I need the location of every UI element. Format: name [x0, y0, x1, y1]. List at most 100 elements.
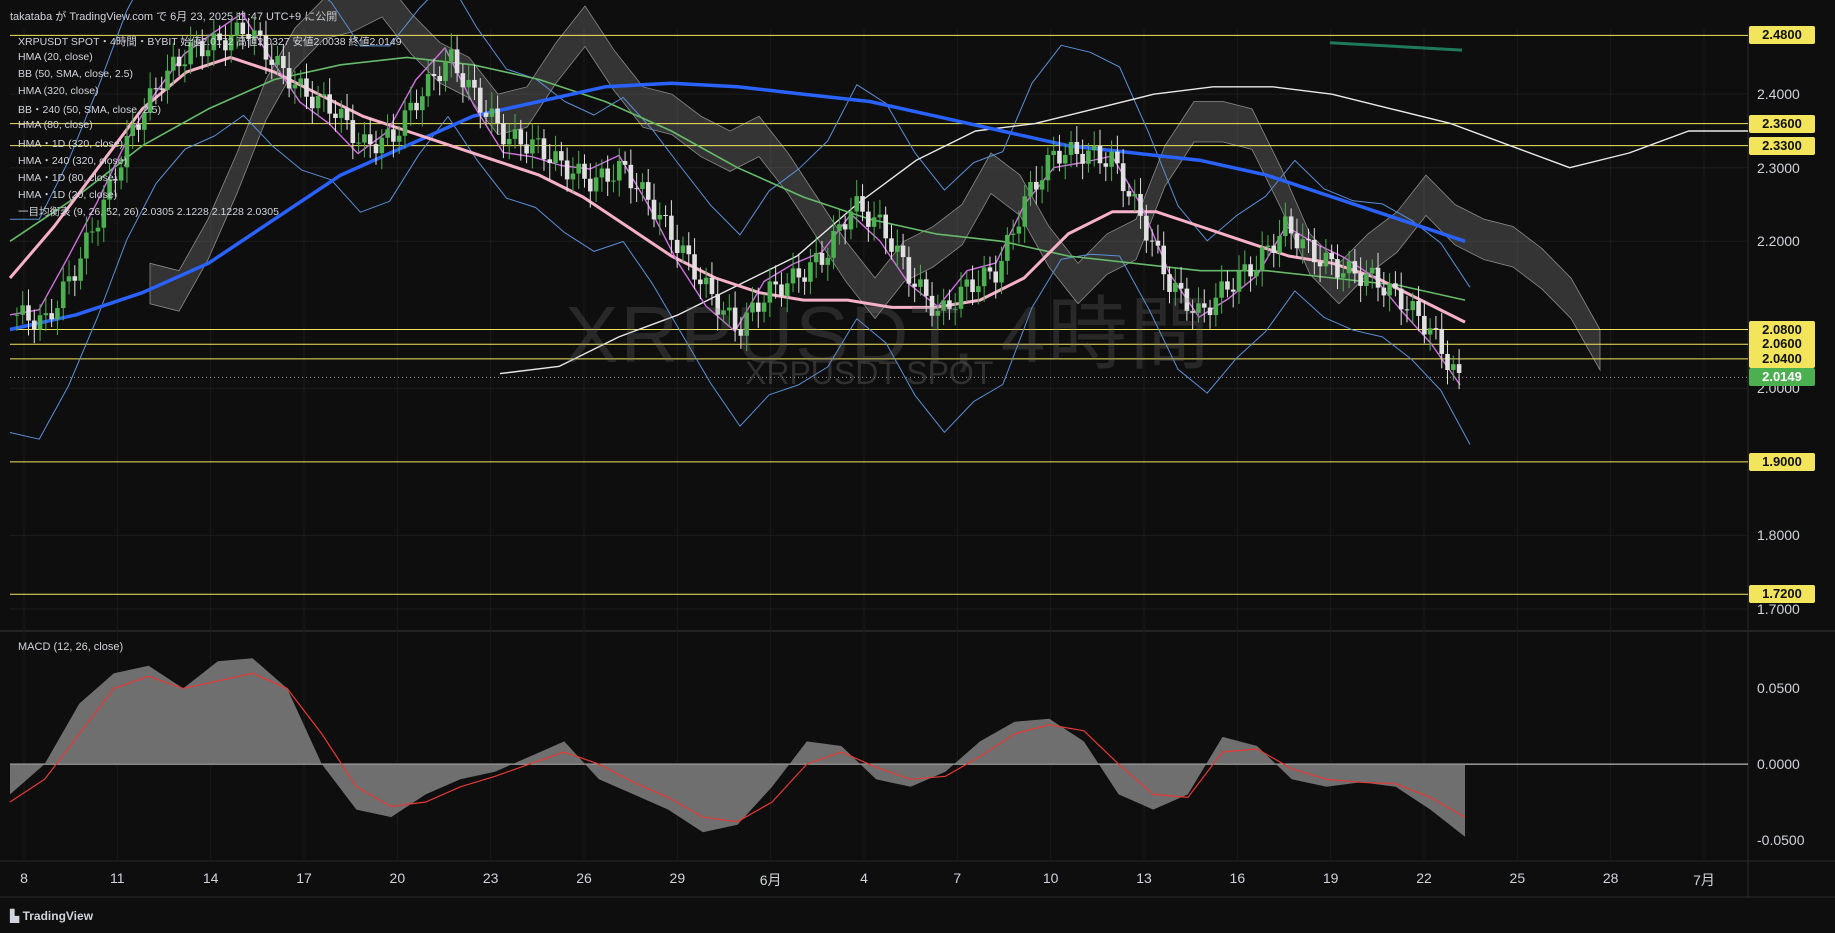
candle-body	[136, 124, 141, 130]
candle-body	[1097, 145, 1103, 164]
candle-body	[900, 245, 906, 258]
candle-body	[159, 88, 164, 90]
candle-body	[460, 73, 466, 88]
candle-body	[72, 276, 78, 281]
legend-symbol-line[interactable]: XRPUSDT SPOT・4時間・BYBIT 始値2.0172 高値2.0327…	[18, 34, 402, 49]
candle-body	[31, 320, 37, 330]
candle-body	[1005, 234, 1010, 261]
candle-body	[1271, 245, 1277, 253]
candle-body	[559, 151, 564, 161]
candle-body	[669, 215, 674, 240]
candle-body	[483, 112, 489, 117]
candle-body	[1427, 328, 1433, 335]
candle-body	[1010, 233, 1016, 235]
level-price-tag[interactable]: 2.3300	[1749, 136, 1815, 155]
legend-indicator[interactable]: HMA・1D (80, close)	[18, 170, 117, 185]
time-tick-label: 7月	[1693, 872, 1715, 888]
candle-body	[1300, 239, 1306, 249]
candle-body	[1213, 297, 1219, 316]
level-price-tag[interactable]: 2.3600	[1749, 114, 1815, 133]
candle-body	[848, 211, 854, 230]
legend-indicator[interactable]: HMA・1D (20, close)	[18, 187, 117, 202]
candle-body	[837, 224, 842, 231]
candle-body	[582, 163, 587, 179]
candle-body	[1109, 151, 1114, 167]
candle-body	[894, 245, 900, 252]
candle-body	[616, 160, 622, 181]
last-price-tag[interactable]: 2.0149	[1749, 368, 1815, 387]
candle-body	[298, 78, 303, 85]
level-price-tag[interactable]: 1.9000	[1749, 452, 1815, 471]
candle-body	[506, 138, 512, 145]
candle-body	[1283, 216, 1288, 237]
tradingview-logo[interactable]: ▙ TradingView	[10, 909, 93, 923]
time-tick-label: 13	[1136, 870, 1152, 886]
candle-body	[489, 108, 495, 117]
chart-canvas[interactable]	[0, 0, 1835, 933]
candle-body	[1456, 364, 1462, 373]
time-tick-label: 22	[1416, 870, 1432, 886]
candle-body	[396, 135, 402, 142]
candle-body	[315, 96, 321, 109]
candle-body	[472, 79, 477, 88]
legend-indicator[interactable]: BB・240 (50, SMA, close, 2.5)	[18, 102, 161, 117]
candle-body	[55, 308, 60, 320]
candle-body	[1259, 247, 1265, 271]
time-tick-label: 10	[1042, 870, 1059, 886]
legend-indicator[interactable]: HMA (20, close)	[18, 51, 93, 63]
candle-body	[663, 215, 668, 217]
logo-text: TradingView	[22, 909, 94, 923]
candle-body	[362, 134, 367, 143]
level-price-tag[interactable]: 1.7200	[1749, 585, 1815, 604]
candle-body	[1346, 261, 1352, 274]
candle-body	[1103, 163, 1109, 167]
candle-body	[1288, 216, 1294, 234]
candle-body	[1057, 150, 1062, 164]
legend-indicator[interactable]: HMA・240 (320, close)	[18, 153, 127, 168]
legend-indicator[interactable]: 一目均衡表 (9, 26, 52, 26) 2.0305 2.1228 2.12…	[18, 204, 279, 219]
level-price-tag[interactable]: 2.0400	[1749, 349, 1815, 368]
candle-body	[1317, 262, 1323, 267]
candle-body	[20, 305, 25, 315]
candle-body	[420, 96, 425, 111]
candle-body	[1219, 281, 1224, 298]
candle-body	[1433, 328, 1439, 330]
macd-tick-label: 0.0500	[1757, 680, 1800, 697]
level-price-tag[interactable]: 2.4800	[1749, 26, 1815, 45]
candle-body	[466, 79, 471, 88]
candle-body	[1132, 193, 1138, 197]
candle-body	[1265, 245, 1271, 248]
candle-body	[373, 144, 379, 154]
price-tick-label: 1.7000	[1757, 600, 1800, 617]
candle-body	[89, 231, 95, 233]
candle-body	[1387, 283, 1392, 296]
candle-body	[1033, 181, 1039, 190]
legend-indicator[interactable]: HMA (320, close)	[18, 85, 99, 97]
macd-legend[interactable]: MACD (12, 26, close)	[18, 641, 123, 653]
candle-body	[512, 129, 518, 139]
legend-indicator[interactable]: BB (50, SMA, close, 2.5)	[18, 68, 133, 80]
candle-body	[1422, 315, 1427, 335]
candle-body	[327, 94, 332, 114]
time-tick-label: 26	[576, 870, 592, 886]
candle-body	[1335, 259, 1340, 278]
candle-body	[1115, 151, 1120, 164]
candle-body	[1254, 270, 1259, 277]
candle-body	[1062, 154, 1068, 164]
candle-body	[1294, 233, 1300, 249]
candle-body	[1120, 163, 1126, 192]
candle-body	[680, 245, 686, 253]
legend-indicator[interactable]: HMA・1D (320, close)	[18, 136, 123, 151]
candle-body	[877, 214, 883, 218]
candle-body	[281, 55, 286, 69]
candle-body	[1381, 287, 1387, 296]
candle-body	[640, 182, 645, 189]
candle-body	[269, 59, 275, 65]
candle-body	[14, 314, 20, 316]
candle-body	[1352, 261, 1358, 274]
legend-indicator[interactable]: HMA (80, close)	[18, 119, 93, 131]
candle-body	[889, 238, 894, 252]
candle-body	[1306, 239, 1311, 241]
candle-body	[477, 87, 483, 113]
candle-body	[518, 129, 524, 145]
